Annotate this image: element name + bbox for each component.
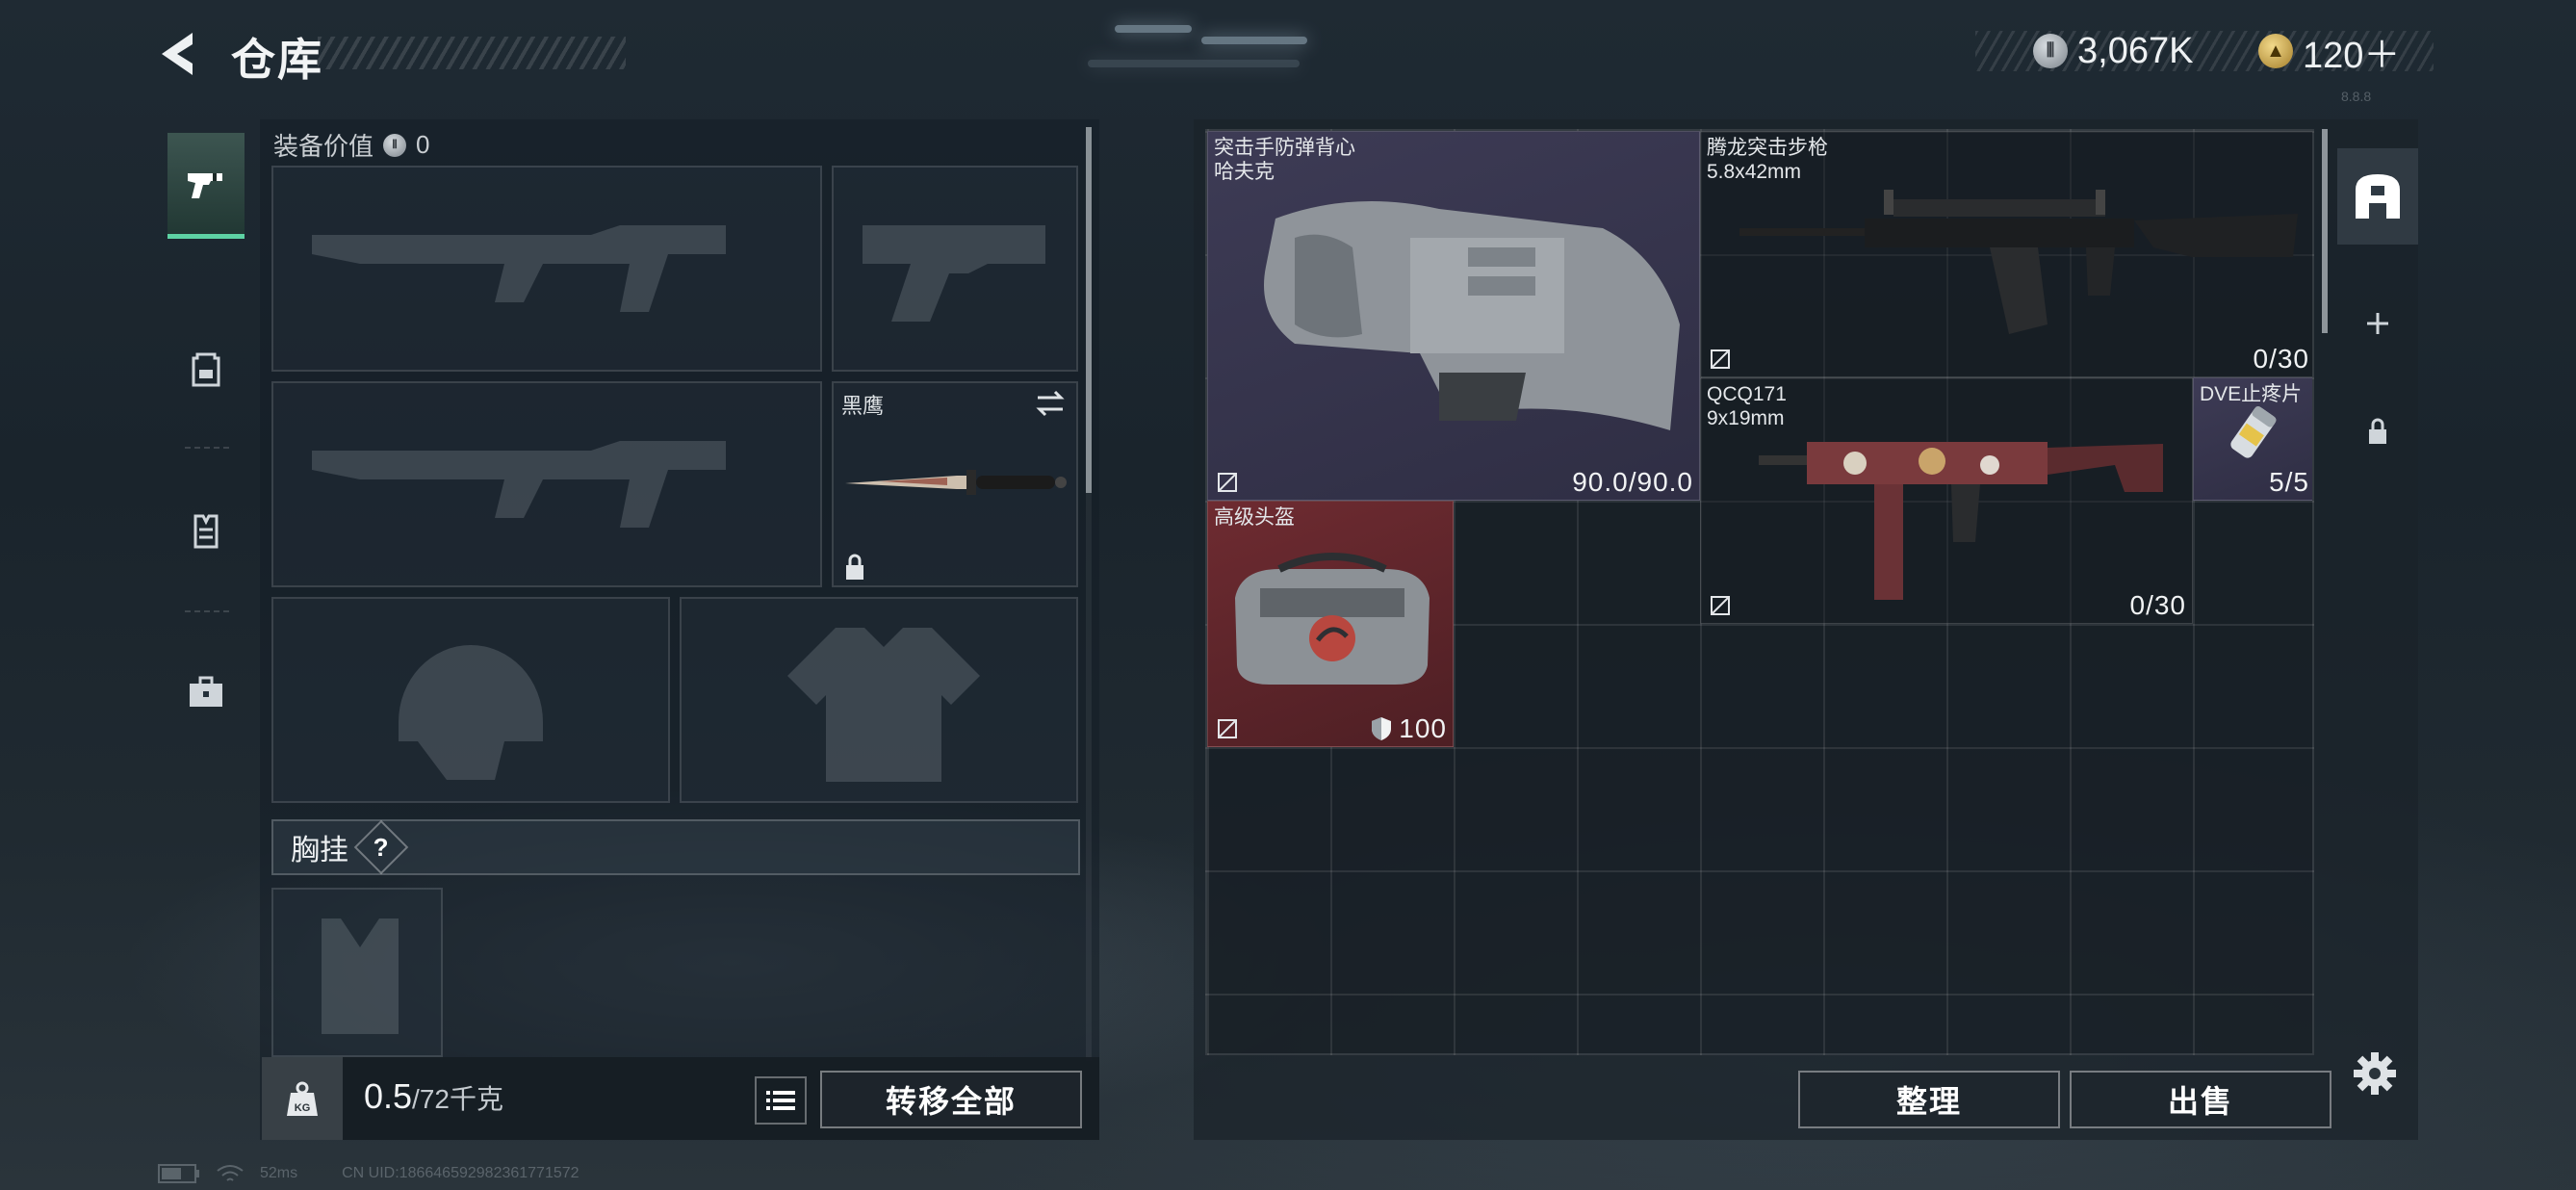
ceiling-light bbox=[1115, 25, 1192, 33]
melee-slot-label: 黑鹰 bbox=[841, 394, 885, 418]
chest-rig-header: 胸挂 ? bbox=[271, 819, 1080, 875]
tab-stash-main[interactable] bbox=[2337, 148, 2418, 245]
build-version: 8.8.8 bbox=[2341, 89, 2372, 104]
ceiling-light bbox=[1201, 37, 1307, 44]
item-ammo-count: 0/30 bbox=[2129, 590, 2186, 620]
no-trade-icon bbox=[1218, 719, 1237, 738]
pistol-icon bbox=[188, 172, 222, 198]
armor-silhouette-icon bbox=[787, 628, 980, 782]
no-trade-icon bbox=[1711, 349, 1730, 369]
secondary-weapon-slot[interactable] bbox=[271, 381, 822, 587]
helmet-slot[interactable] bbox=[271, 597, 670, 803]
silver-currency[interactable]: ⦀ 3,067K bbox=[2033, 29, 2193, 73]
list-view-button[interactable] bbox=[755, 1076, 807, 1125]
weight-readout: 0.5/72千克 bbox=[364, 1076, 503, 1117]
stash-side-tabs bbox=[2337, 129, 2418, 533]
sort-button[interactable]: 整理 bbox=[1798, 1071, 2060, 1128]
item-name: 突击手防弹背心 哈夫克 bbox=[1214, 137, 1355, 183]
svg-text:KG: KG bbox=[295, 1102, 311, 1114]
title-decoration bbox=[318, 37, 626, 69]
gold-coin-icon: ▲ bbox=[2258, 34, 2293, 68]
stash-item-vest[interactable]: 突击手防弹背心 哈夫克 90.0/90.0 bbox=[1207, 131, 1700, 501]
knife-icon bbox=[845, 470, 1067, 495]
stash-item-helmet[interactable]: 高级头盔 100 bbox=[1207, 501, 1454, 747]
gear-icon[interactable] bbox=[2351, 1049, 2399, 1098]
status-row: 52ms CN UID:18664659298236177157​2 bbox=[158, 1163, 580, 1184]
silver-amount: 3,067K bbox=[2077, 30, 2194, 71]
transfer-all-button[interactable]: 转移全部 bbox=[820, 1071, 1082, 1128]
ceiling-light bbox=[1088, 60, 1300, 67]
chest-rig-silhouette-icon bbox=[322, 918, 399, 1034]
assault-vest-image bbox=[1264, 201, 1680, 430]
stash-item-smg[interactable]: QCQ171 9x19mm 0/30 bbox=[1700, 377, 2193, 624]
ping-text: 52ms bbox=[260, 1165, 298, 1181]
pistol-silhouette-icon bbox=[863, 225, 1045, 322]
stash-item-painkiller[interactable]: DVE止疼片 5/5 bbox=[2193, 377, 2312, 501]
chest-rig-slot[interactable] bbox=[271, 888, 443, 1057]
battery-icon bbox=[158, 1164, 199, 1183]
tab-add-stash[interactable] bbox=[2337, 275, 2418, 372]
tab-backpack[interactable] bbox=[167, 316, 245, 422]
stash-scrollbar-thumb[interactable] bbox=[2322, 129, 2328, 333]
divider bbox=[185, 610, 229, 612]
tab-chest-rig[interactable] bbox=[167, 478, 245, 583]
gold-amount: 120＋ bbox=[2303, 35, 2401, 76]
silver-coin-icon: ⦀ bbox=[2033, 34, 2068, 68]
equipment-value: 装备价值 ⦀ 0 bbox=[273, 127, 429, 163]
primary-weapon-slot[interactable] bbox=[271, 166, 822, 372]
equipment-value-label: 装备价值 bbox=[273, 132, 374, 161]
no-trade-icon bbox=[1711, 596, 1730, 615]
weight-capacity: /72千克 bbox=[412, 1084, 503, 1114]
equipment-value-amount: 0 bbox=[416, 130, 430, 159]
help-icon[interactable]: ? bbox=[353, 819, 409, 875]
loadout-side-tabs bbox=[158, 119, 256, 784]
back-button[interactable] bbox=[154, 27, 208, 81]
tab-weapons[interactable] bbox=[167, 133, 245, 239]
uid-text: CN UID:18664659298236177157​2 bbox=[342, 1165, 580, 1181]
wifi-icon bbox=[217, 1165, 244, 1181]
assault-rifle-image bbox=[1739, 190, 2298, 334]
pill-bottle-image bbox=[2230, 405, 2277, 458]
stash-grid[interactable]: 突击手防弹背心 哈夫克 90.0/90.0 腾龙突击步枪 5.8x42mm 0/… bbox=[1205, 129, 2314, 1055]
helmet-bag-image bbox=[1235, 553, 1430, 685]
backpack-icon bbox=[192, 352, 220, 387]
body-armor-slot[interactable] bbox=[680, 597, 1078, 803]
silver-coin-icon: ⦀ bbox=[383, 133, 407, 157]
back-arrow-icon bbox=[162, 33, 193, 75]
weight-icon: KG bbox=[262, 1057, 343, 1140]
tab-kit[interactable] bbox=[167, 639, 245, 745]
swap-icon[interactable] bbox=[1034, 389, 1067, 418]
plus-icon bbox=[2367, 313, 2388, 334]
stash-icon bbox=[2356, 174, 2400, 219]
pistol-slot[interactable] bbox=[832, 166, 1078, 372]
lock-icon bbox=[2369, 418, 2386, 444]
vest-icon bbox=[193, 514, 219, 549]
helmet-silhouette-icon bbox=[399, 645, 543, 780]
weight-current: 0.5 bbox=[364, 1076, 413, 1116]
stash-item-rifle[interactable]: 腾龙突击步枪 5.8x42mm 0/30 bbox=[1700, 131, 2312, 377]
chest-rig-label: 胸挂 bbox=[291, 835, 348, 867]
item-durability: 90.0/90.0 bbox=[1572, 467, 1693, 497]
shield-icon bbox=[1372, 717, 1392, 740]
lock-icon bbox=[846, 554, 863, 580]
smg-image bbox=[1759, 442, 2163, 600]
briefcase-icon bbox=[190, 676, 222, 707]
list-icon bbox=[766, 1091, 795, 1110]
item-durability: 100 bbox=[1370, 713, 1447, 744]
tab-locked-stash[interactable] bbox=[2337, 383, 2418, 479]
rifle-silhouette-icon bbox=[312, 225, 726, 312]
item-ammo-count: 0/30 bbox=[2253, 344, 2309, 374]
sell-button[interactable]: 出售 bbox=[2070, 1071, 2331, 1128]
no-trade-icon bbox=[1218, 473, 1237, 492]
item-stack-count: 5/5 bbox=[2269, 467, 2309, 497]
page-title: 仓库 bbox=[231, 35, 323, 85]
melee-slot[interactable]: 黑鹰 bbox=[832, 381, 1078, 587]
loadout-scrollbar-thumb[interactable] bbox=[1086, 127, 1092, 493]
gold-currency[interactable]: ▲ 120＋ bbox=[2258, 29, 2400, 76]
divider bbox=[185, 447, 229, 449]
rifle-silhouette-icon bbox=[312, 441, 726, 528]
loadout-panel: 装备价值 ⦀ 0 黑鹰 胸挂 ? bbox=[260, 119, 1099, 1140]
item-name: 高级头盔 bbox=[1214, 506, 1295, 529]
